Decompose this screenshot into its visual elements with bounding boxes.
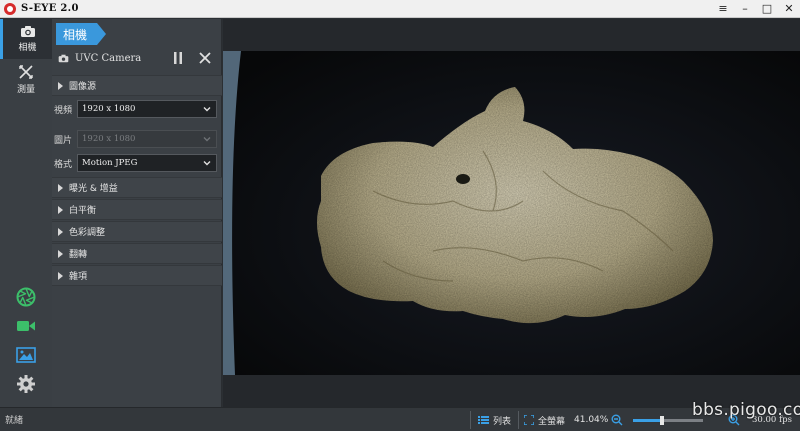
- list-view-button[interactable]: 列表: [478, 408, 511, 431]
- title-bar: S-EYE 2.0 ≡ – □ ✕: [0, 0, 800, 18]
- zoom-out-button[interactable]: [611, 408, 623, 431]
- fullscreen-button[interactable]: 全螢幕: [524, 408, 565, 431]
- section-title: 色彩調整: [69, 228, 106, 238]
- video-resolution-select[interactable]: 1920 x 1080: [77, 100, 217, 118]
- section-image-source[interactable]: 圖像源: [52, 75, 222, 96]
- chevron-down-icon: [203, 137, 211, 142]
- section-title: 曝光 & 增益: [69, 184, 118, 194]
- nav-item-measure[interactable]: 測量: [0, 59, 52, 99]
- watermark-text: bbs.pigoo.com: [692, 400, 800, 420]
- select-value: Motion JPEG: [82, 158, 138, 168]
- minimize-button[interactable]: –: [734, 0, 756, 18]
- field-label: 視頻: [54, 105, 73, 116]
- format-field: 格式 Motion JPEG: [52, 153, 222, 173]
- picture-resolution-field: 圖片 1920 x 1080: [52, 129, 222, 149]
- capture-shutter-icon[interactable]: [14, 285, 38, 309]
- zoom-slider-thumb[interactable]: [660, 416, 665, 425]
- list-icon: [478, 416, 489, 424]
- device-camera-icon: [58, 54, 69, 62]
- video-resolution-field: 視頻 1920 x 1080: [52, 99, 222, 119]
- chevron-down-icon: [203, 107, 211, 112]
- expand-arrow-icon: [58, 227, 63, 236]
- section-color-adjust[interactable]: 色彩調整: [52, 221, 222, 242]
- section-exposure-gain[interactable]: 曝光 & 增益: [52, 177, 222, 198]
- section-title: 雜項: [69, 272, 88, 282]
- close-window-button[interactable]: ✕: [778, 0, 800, 18]
- field-label: 圖片: [54, 135, 73, 146]
- format-select[interactable]: Motion JPEG: [77, 154, 217, 172]
- video-record-icon[interactable]: [14, 314, 38, 338]
- camera-settings-panel: 相機 UVC Camera 圖像源 視頻 1920 x 1080 圖片 1920…: [52, 19, 222, 407]
- section-misc[interactable]: 雜項: [52, 265, 222, 286]
- nav-item-label: 測量: [16, 84, 35, 95]
- zoom-percent: 41.04%: [574, 415, 609, 425]
- settings-gear-icon[interactable]: [14, 372, 38, 396]
- window-controls: ≡ – □ ✕: [712, 0, 800, 18]
- section-title: 圖像源: [69, 82, 97, 92]
- window-title: S-EYE 2.0: [21, 3, 79, 14]
- menu-button[interactable]: ≡: [712, 0, 734, 18]
- field-label: 格式: [54, 159, 73, 170]
- fullscreen-label: 全螢幕: [538, 416, 566, 427]
- measure-icon: [19, 64, 33, 79]
- status-ready-text: 就緒: [5, 416, 24, 426]
- expand-arrow-icon: [58, 81, 63, 90]
- nav-item-label: 相機: [18, 43, 37, 53]
- list-label: 列表: [493, 416, 512, 427]
- image-gallery-icon[interactable]: [14, 343, 38, 367]
- expand-arrow-icon: [58, 249, 63, 258]
- camera-preview-image: [223, 51, 800, 375]
- device-row: UVC Camera: [52, 47, 222, 69]
- status-divider: [518, 411, 519, 429]
- camera-preview-area[interactable]: [223, 19, 800, 407]
- maximize-button[interactable]: □: [756, 0, 778, 18]
- chevron-down-icon: [203, 161, 211, 166]
- expand-arrow-icon: [58, 205, 63, 214]
- nav-item-camera[interactable]: 相機: [0, 19, 52, 59]
- close-device-icon[interactable]: [198, 51, 212, 65]
- section-title: 白平衡: [69, 206, 97, 216]
- nav-rail: 相機 測量: [0, 19, 52, 407]
- status-bar: 就緒 列表 全螢幕 41.04% 30.00 fps: [0, 407, 800, 431]
- status-divider: [470, 411, 471, 429]
- expand-arrow-icon: [58, 183, 63, 192]
- fullscreen-icon: [524, 415, 534, 425]
- panel-tab-camera[interactable]: 相機: [56, 23, 106, 45]
- zoom-slider-fill: [633, 419, 663, 422]
- select-value: 1920 x 1080: [82, 104, 136, 114]
- section-title: 翻轉: [69, 250, 88, 260]
- picture-resolution-select: 1920 x 1080: [77, 130, 217, 148]
- device-name: UVC Camera: [75, 52, 142, 64]
- camera-icon: [20, 26, 35, 37]
- app-window: S-EYE 2.0 ≡ – □ ✕ 相機 測量 相機 UVC Camera 圖像…: [0, 0, 800, 431]
- expand-arrow-icon: [58, 271, 63, 280]
- select-value: 1920 x 1080: [82, 134, 136, 144]
- section-white-balance[interactable]: 白平衡: [52, 199, 222, 220]
- section-flip[interactable]: 翻轉: [52, 243, 222, 264]
- pause-icon[interactable]: [172, 51, 184, 65]
- zoom-out-icon: [611, 414, 623, 426]
- app-logo-icon: [4, 2, 16, 15]
